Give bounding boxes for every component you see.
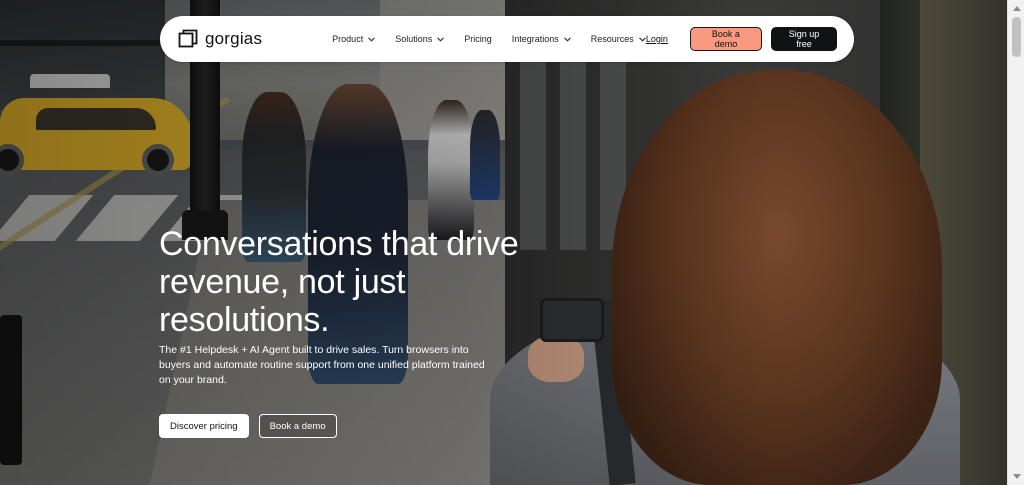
hero-book-demo-button[interactable]: Book a demo (258, 414, 337, 438)
menu-item-pricing[interactable]: Pricing (464, 34, 492, 44)
menu-item-label: Solutions (395, 34, 433, 44)
nav-actions: Login Book a demo Sign up free (646, 27, 837, 51)
hero-cta-group: Discover pricing Book a demo (159, 414, 337, 438)
book-demo-button[interactable]: Book a demo (689, 27, 763, 51)
scroll-down-arrow-icon[interactable] (1013, 474, 1021, 479)
menu-item-label: Pricing (464, 34, 492, 44)
chevron-down-icon (563, 36, 571, 42)
gorgias-logo-icon (178, 29, 198, 49)
menu-item-integrations[interactable]: Integrations (512, 34, 571, 44)
hero-subtext: The #1 Helpdesk + AI Agent built to driv… (159, 344, 485, 386)
chevron-down-icon (638, 36, 646, 42)
vertical-scrollbar[interactable] (1007, 0, 1024, 485)
main-menu: Product Solutions Pricing Integrations R… (332, 34, 646, 44)
scrollbar-thumb[interactable] (1012, 17, 1021, 57)
menu-item-solutions[interactable]: Solutions (395, 34, 445, 44)
menu-item-label: Integrations (511, 34, 559, 44)
logo-wordmark: gorgias (205, 29, 263, 48)
menu-item-label: Product (332, 34, 364, 44)
discover-pricing-button[interactable]: Discover pricing (159, 414, 249, 438)
chevron-down-icon (368, 36, 376, 42)
top-navigation-bar: gorgias Product Solutions Pricing Integr… (160, 16, 854, 62)
menu-item-label: Resources (590, 34, 634, 44)
chevron-down-icon (437, 36, 445, 42)
sign-up-button[interactable]: Sign up free (771, 27, 837, 51)
menu-item-product[interactable]: Product (332, 34, 376, 44)
hero-headline: Conversations that drive revenue, not ju… (159, 225, 519, 339)
menu-item-resources[interactable]: Resources (591, 34, 646, 44)
login-link[interactable]: Login (646, 34, 668, 44)
scroll-up-arrow-icon[interactable] (1013, 6, 1021, 11)
logo[interactable]: gorgias (178, 29, 262, 49)
